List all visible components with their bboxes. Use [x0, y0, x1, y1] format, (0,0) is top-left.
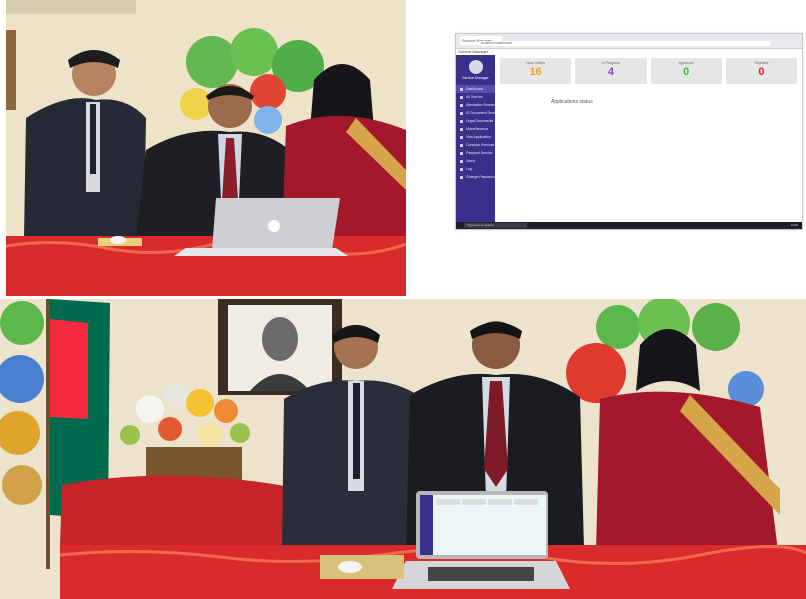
sidebar-item[interactable]: All Service — [456, 93, 495, 101]
dashboard-screenshot: Service Manager localhost/dashboard Serv… — [455, 33, 803, 230]
sidebar-item[interactable]: Passport Service — [456, 149, 495, 157]
app-title: Service Manager — [458, 49, 489, 54]
laptop-screen-dashboard — [420, 495, 546, 555]
taskbar-clock: 12:00 — [790, 223, 798, 227]
balloon-red — [250, 74, 286, 110]
sidebar-caption: Service Manager — [462, 76, 489, 80]
balloon-gold — [2, 465, 42, 505]
main-status-text: Applications status — [551, 99, 593, 105]
windows-taskbar: Type here to search 12:00 — [456, 222, 802, 229]
laptop-screen-cards — [436, 499, 538, 505]
sidebar: Service Manager Dashboard All Service At… — [456, 55, 495, 223]
balloon-green — [692, 303, 740, 351]
balloon-blue — [254, 106, 282, 134]
sidebar-item[interactable]: Miscellaneous — [456, 125, 495, 133]
stat-card-approved[interactable]: Approved 0 — [650, 58, 722, 84]
side-table-cloth — [60, 475, 294, 545]
sidebar-item[interactable]: Attestation Service — [456, 101, 495, 109]
sidebar-item[interactable]: Dashboard — [456, 85, 495, 93]
emblem-logo — [468, 60, 483, 74]
dashboard-main: New Orders 16 In Progress 4 Approved 0 R… — [496, 55, 801, 223]
laptop-screen-card — [488, 499, 512, 505]
balloon-green — [0, 301, 44, 345]
laptop-screen-card — [436, 499, 460, 505]
sidebar-item[interactable]: Consular Services — [456, 141, 495, 149]
sidebar-item[interactable]: ID Document Service — [456, 109, 495, 117]
stat-card-new[interactable]: New Orders 16 — [500, 58, 572, 84]
stat-card-label: In Progress — [601, 61, 620, 65]
mouse — [110, 236, 126, 244]
stat-card-progress[interactable]: In Progress 4 — [575, 58, 647, 84]
stat-card-label: New Orders — [526, 61, 545, 65]
address-bar[interactable]: localhost/dashboard — [478, 41, 771, 46]
stat-card-label: Approved — [678, 61, 694, 65]
balloon-green — [230, 28, 278, 76]
laptop-screen-sidebar — [420, 495, 433, 555]
balloon-green — [596, 305, 640, 349]
sidebar-item[interactable]: Change Password — [456, 173, 495, 181]
photo-bottom-scene — [0, 299, 806, 599]
stat-card-value: 16 — [529, 66, 542, 78]
balloon-yellow — [180, 88, 212, 120]
photo-top-launch — [6, 0, 406, 296]
sidebar-item[interactable]: Visa Application — [456, 133, 495, 141]
stat-card-value: 0 — [683, 66, 690, 78]
sidebar-menu: Dashboard All Service Attestation Servic… — [456, 85, 495, 181]
sidebar-item[interactable]: Legal Documents — [456, 117, 495, 125]
sidebar-item[interactable]: Log — [456, 165, 495, 173]
stat-card-label: Rejected — [754, 61, 769, 65]
person-left-suit — [24, 98, 146, 238]
browser-chrome: Service Manager localhost/dashboard — [456, 34, 802, 49]
stat-card-value: 0 — [758, 66, 765, 78]
balloon-green — [186, 36, 238, 88]
laptop-screen-card — [514, 499, 538, 505]
photo-bottom-group — [0, 299, 806, 599]
mouse — [338, 561, 362, 573]
photo-top-scene — [6, 0, 406, 296]
stat-card-value: 4 — [607, 66, 614, 78]
stat-card-rejected[interactable]: Rejected 0 — [725, 58, 797, 84]
taskbar-search[interactable]: Type here to search — [464, 223, 527, 228]
laptop-screen-card — [462, 499, 486, 505]
sidebar-item[interactable]: Users — [456, 157, 495, 165]
apple-logo-icon — [268, 220, 280, 232]
stat-cards: New Orders 16 In Progress 4 Approved 0 R… — [496, 55, 801, 87]
